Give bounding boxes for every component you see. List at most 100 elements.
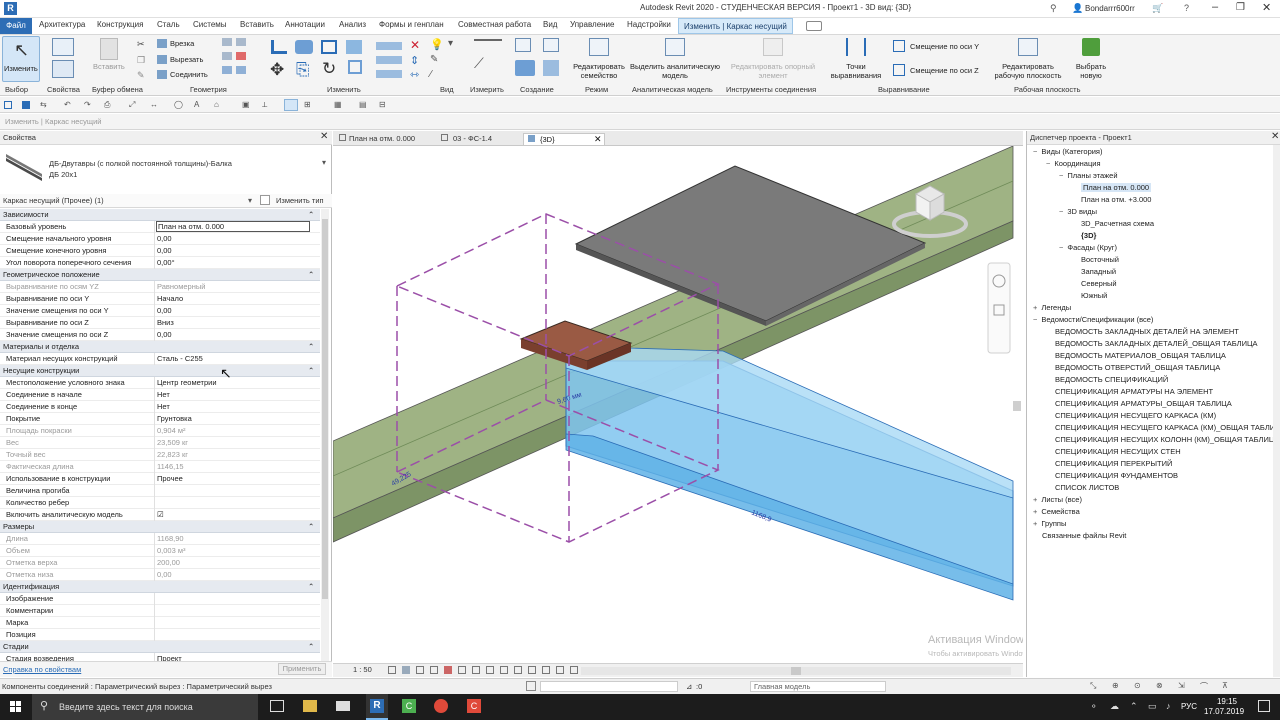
property-row[interactable]: Использование в конструкции Прочее (0, 473, 320, 485)
tab-architecture[interactable]: Архитектура (39, 20, 85, 29)
property-row[interactable]: Выравнивание по оси Z Вниз (0, 317, 320, 329)
property-value[interactable]: Вниз (157, 318, 174, 327)
property-value[interactable]: Грунтовка (157, 414, 192, 423)
property-row[interactable]: Соединение в начале Нет (0, 389, 320, 401)
worksets-icon[interactable] (526, 681, 536, 691)
property-value[interactable]: Нет (157, 402, 170, 411)
browser-tree-item[interactable]: − Ведомости/Спецификации (все) (1033, 315, 1153, 324)
edit-workplane-label[interactable]: Редактировать рабочую плоскость (990, 62, 1066, 80)
quick-access-icons[interactable]: ⇆ ↶ ↷ ⎙ ⤢ ↔ ◯ A ⌂ ▣ ⟂ ⊞ ▦ ▤ ⊟ (4, 99, 444, 111)
type-properties-icon[interactable] (52, 60, 74, 78)
create-assembly-icon[interactable] (543, 38, 559, 52)
browser-tree-item[interactable]: − Координация (1046, 159, 1101, 168)
edit-family-label[interactable]: Редактировать семейство (570, 62, 628, 80)
brush-icon[interactable]: ✎ (430, 54, 438, 65)
browser-tree-item[interactable]: СПЕЦИФИКАЦИЯ НЕСУЩИХ СТЕН (1046, 447, 1181, 456)
property-row[interactable]: Длина 1168,90 (0, 533, 320, 545)
property-row[interactable]: Соединение в конце Нет (0, 401, 320, 413)
tab-file[interactable]: Файл (0, 18, 32, 34)
property-row[interactable]: Комментарии (0, 605, 320, 617)
user-name[interactable]: Bondarrr600rr (1085, 4, 1135, 13)
pick-new-icon[interactable] (1082, 38, 1100, 56)
model-3d-view[interactable]: 9,60 мм 1168,9 49,225 Активация Windows … (333, 146, 1023, 660)
property-value[interactable]: 0,00 (157, 234, 172, 243)
property-value[interactable]: Начало (157, 294, 183, 303)
property-row[interactable]: Выравнивание по оси Y Начало (0, 293, 320, 305)
property-row[interactable]: Выравнивание по осям YZ Равномерный (0, 281, 320, 293)
property-row[interactable]: Вес 23,509 кг (0, 437, 320, 449)
revit-logo[interactable]: R (4, 2, 17, 15)
mail-icon[interactable] (336, 701, 350, 711)
cut-geometry-icon[interactable] (157, 55, 167, 64)
property-row[interactable]: Включить аналитическую модель ☑ (0, 509, 320, 521)
collapse-icon[interactable]: ⌃ (308, 582, 314, 591)
drawing-area[interactable]: План на отм. 0.000 03 - ФС-1.4 {3D} ✕ 9,… (333, 131, 1023, 677)
property-row[interactable]: Точный вес 22,823 кг (0, 449, 320, 461)
edit-type-button[interactable]: Изменить тип (276, 196, 324, 205)
property-row[interactable]: Покрытие Грунтовка (0, 413, 320, 425)
tab-manage[interactable]: Управление (570, 20, 614, 29)
browser-tree-item[interactable]: {3D} (1072, 231, 1096, 240)
browser-tree-item[interactable]: + Семейства (1033, 507, 1080, 516)
tab-view[interactable]: Вид (543, 20, 557, 29)
property-section[interactable]: Размеры ⌃ (0, 521, 320, 533)
tab-3d-view[interactable]: {3D} ✕ (523, 133, 605, 145)
property-value[interactable]: Сталь - С255 (157, 354, 203, 363)
expand-icon[interactable]: + (1033, 303, 1037, 312)
properties-scrollbar[interactable] (321, 209, 329, 661)
browser-tree-item[interactable]: − Виды (Категория) (1033, 147, 1103, 156)
minimize-icon[interactable]: – (1212, 1, 1218, 13)
edit-support-label[interactable]: Редактировать опорный элемент (728, 62, 818, 80)
offset-y-icon[interactable] (893, 40, 905, 52)
properties-close-icon[interactable]: ✕ (320, 131, 328, 142)
property-value[interactable]: Проект (157, 654, 182, 661)
property-row[interactable]: Изображение (0, 593, 320, 605)
offset-y-label[interactable]: Смещение по оси Y (910, 42, 979, 51)
property-row[interactable]: Величина прогиба (0, 485, 320, 497)
tab-structure[interactable]: Конструкция (97, 20, 143, 29)
tab-analyze[interactable]: Анализ (339, 20, 366, 29)
collapse-icon[interactable]: ⌃ (308, 366, 314, 375)
property-section[interactable]: Зависимости ⌃ (0, 209, 320, 221)
property-row[interactable]: Смещение начального уровня 0,00 (0, 233, 320, 245)
properties-help-link[interactable]: Справка по свойствам (3, 665, 81, 674)
property-row[interactable]: Местоположение условного знака Центр геом… (0, 377, 320, 389)
browser-tree-item[interactable]: Западный (1072, 267, 1116, 276)
tab-collaborate[interactable]: Совместная работа (458, 20, 531, 29)
collapse-icon[interactable]: ⌃ (308, 642, 314, 651)
browser-tree-item[interactable]: + Листы (все) (1033, 495, 1082, 504)
property-value[interactable]: 0,00° (157, 258, 175, 267)
browser-tree-item[interactable]: ВЕДОМОСТЬ ЗАКЛАДНЫХ ДЕТАЛЕЙ НА ЭЛЕМЕНТ (1046, 327, 1239, 336)
property-row[interactable]: Значение смещения по оси Y 0,00 (0, 305, 320, 317)
property-value[interactable]: Прочее (157, 474, 183, 483)
hide-icon[interactable]: ▾ (448, 38, 453, 49)
notifications-icon[interactable] (1258, 700, 1270, 712)
browser-tree-item[interactable]: СПЕЦИФИКАЦИЯ ФУНДАМЕНТОВ (1046, 471, 1178, 480)
tab-annotate[interactable]: Аннотации (285, 20, 325, 29)
property-section[interactable]: Идентификация ⌃ (0, 581, 320, 593)
close-icon[interactable]: ✕ (1262, 1, 1271, 14)
offset-z-label[interactable]: Смещение по оси Z (910, 66, 979, 75)
selection-tool-icons[interactable]: ⤡ ⊕ ⊙ ⊗ ⇲ ⌒ ⊼ (1090, 681, 1250, 692)
collapse-icon[interactable]: ⌃ (308, 270, 314, 279)
tab-floor-plan[interactable]: План на отм. 0.000 (335, 133, 435, 145)
expand-icon[interactable]: + (1033, 495, 1037, 504)
collapse-icon[interactable]: − (1046, 159, 1050, 168)
lightbulb-icon[interactable]: 💡 (430, 38, 444, 51)
tab-sheet[interactable]: 03 - ФС-1.4 (437, 133, 521, 145)
browser-tree-item[interactable]: Южный (1072, 291, 1107, 300)
expand-icon[interactable]: + (1033, 519, 1037, 528)
property-row[interactable]: Смещение конечного уровня 0,00 (0, 245, 320, 257)
type-selector[interactable]: ДБ-Двутавры (с полкой постоянной толщины… (0, 146, 332, 196)
collapse-icon[interactable]: ⌃ (308, 210, 314, 219)
file-explorer-icon[interactable] (303, 700, 317, 712)
property-row[interactable]: Площадь покраски 0,904 м² (0, 425, 320, 437)
properties-grid[interactable]: Зависимости ⌃ Базовый уровень План на отм. … (0, 209, 320, 661)
scissors-icon[interactable]: ✂ (137, 39, 145, 50)
create-group-icon[interactable] (515, 38, 531, 52)
task-view-icon[interactable] (270, 700, 284, 712)
align-points-icon[interactable] (846, 38, 866, 56)
browser-tree-item[interactable]: План на отм. +3.000 (1072, 195, 1151, 204)
property-section[interactable]: Материалы и отделка ⌃ (0, 341, 320, 353)
property-value[interactable]: 0,00 (157, 306, 172, 315)
